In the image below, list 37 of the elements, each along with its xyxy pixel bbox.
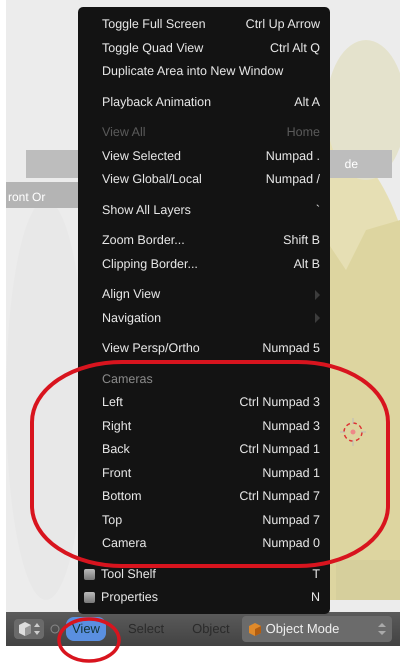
menu-item[interactable]: Navigation xyxy=(86,306,320,330)
menu-item[interactable]: Zoom Border... Shift B xyxy=(86,222,320,252)
menu-item[interactable]: Toggle Quad View Ctrl Alt Q xyxy=(86,36,320,60)
menu-item[interactable]: Bottom Ctrl Numpad 7 xyxy=(86,485,320,508)
menu-item[interactable]: View Global/Local Numpad / xyxy=(86,168,320,192)
menu-item[interactable]: Show All Layers ` xyxy=(86,192,320,222)
mode-dropdown[interactable]: Object Mode xyxy=(242,616,392,642)
menu-item[interactable]: Front Numpad 1 xyxy=(86,462,320,485)
view-label: ront Or xyxy=(8,189,46,206)
menu-item[interactable]: Clipping Border... Alt B xyxy=(86,252,320,276)
submenu-arrow-icon xyxy=(315,290,320,300)
menu-item[interactable]: Align View xyxy=(86,276,320,306)
checkbox[interactable] xyxy=(84,568,95,580)
annotation-ellipse xyxy=(57,617,121,663)
menu-item[interactable]: Tool Shelf T xyxy=(86,556,320,586)
header-text: de xyxy=(344,156,358,173)
menu-item[interactable]: Left Ctrl Numpad 3 xyxy=(86,391,320,414)
menu-item[interactable]: Toggle Full Screen Ctrl Up Arrow xyxy=(86,13,320,36)
menu-item[interactable]: Top Numpad 7 xyxy=(86,508,320,532)
collapse-icon[interactable] xyxy=(50,624,60,634)
submenu-arrow-icon xyxy=(315,313,320,324)
menu-item[interactable]: Duplicate Area into New Window xyxy=(86,60,320,84)
cube-icon xyxy=(18,621,32,637)
updown-arrows-icon xyxy=(378,622,386,636)
cube-icon xyxy=(248,622,262,636)
section-header: Cameras xyxy=(101,370,154,388)
editor-type-button[interactable] xyxy=(14,619,44,639)
menu-item[interactable]: Properties N xyxy=(86,586,320,610)
menu-item[interactable]: View Selected Numpad . xyxy=(86,144,320,168)
menu-item[interactable]: View Persp/Ortho Numpad 5 xyxy=(86,330,320,360)
menu-item[interactable]: Back Ctrl Numpad 1 xyxy=(86,438,320,462)
menu-item[interactable]: Camera Numpad 0 xyxy=(86,532,320,556)
cursor-icon xyxy=(340,418,366,446)
menu-item[interactable]: Right Numpad 3 xyxy=(86,414,320,438)
updown-arrows-icon xyxy=(34,622,40,636)
checkbox[interactable] xyxy=(84,592,95,604)
menu-item[interactable]: Playback Animation Alt A xyxy=(86,84,320,114)
